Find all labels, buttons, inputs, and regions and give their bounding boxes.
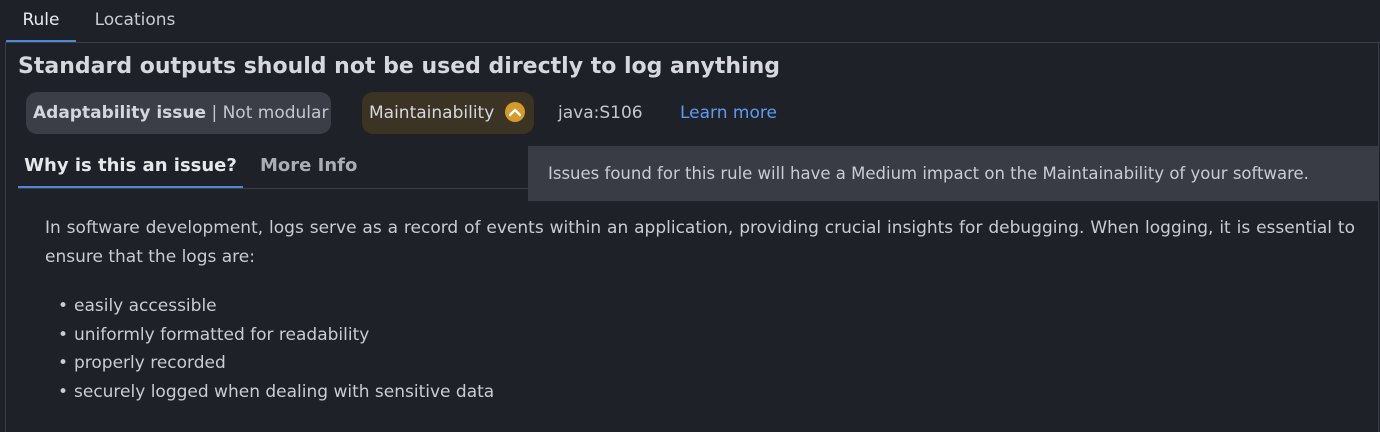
rule-title: Standard outputs should not be used dire… <box>18 54 781 79</box>
description-paragraph: In software development, logs serve as a… <box>45 218 1355 267</box>
maintainability-label: Maintainability <box>369 103 495 123</box>
adaptability-chip[interactable]: Adaptability issue | Not modular <box>26 92 331 134</box>
panel-border-left <box>5 42 6 432</box>
top-tab-bar: Rule Locations <box>6 0 1380 43</box>
impact-tooltip: Issues found for this rule will have a M… <box>528 146 1378 201</box>
bullet-glyph: • <box>58 381 69 402</box>
learn-more-link[interactable]: Learn more <box>680 103 777 123</box>
adaptability-label: Adaptability issue <box>33 103 207 123</box>
requirements-list: • easily accessible • uniformly formatted … <box>58 292 494 406</box>
maintainability-chip[interactable]: Maintainability <box>362 92 534 134</box>
adaptability-separator: | <box>206 103 223 123</box>
bullet-glyph: • <box>58 324 69 345</box>
rule-key: java:S106 <box>558 103 643 123</box>
adaptability-attribute: Not modular <box>222 103 329 123</box>
bullet-glyph: • <box>58 353 69 373</box>
tab-why-is-this-an-issue[interactable]: Why is this an issue? <box>18 146 243 188</box>
list-item: • uniformly formatted for readability <box>58 321 494 350</box>
tab-more-info[interactable]: More Info <box>260 146 360 186</box>
bullet-glyph: • <box>58 296 69 316</box>
tab-locations[interactable]: Locations <box>90 0 180 40</box>
rule-panel: Rule Locations Standard outputs should n… <box>0 0 1380 432</box>
panel-border-right <box>1378 42 1379 432</box>
list-item: • easily accessible <box>58 292 494 321</box>
chevron-up-icon <box>505 102 525 122</box>
list-item: • securely logged when dealing with sensi… <box>58 378 494 407</box>
tab-rule[interactable]: Rule <box>6 0 76 42</box>
list-item: • properly recorded <box>58 349 494 378</box>
